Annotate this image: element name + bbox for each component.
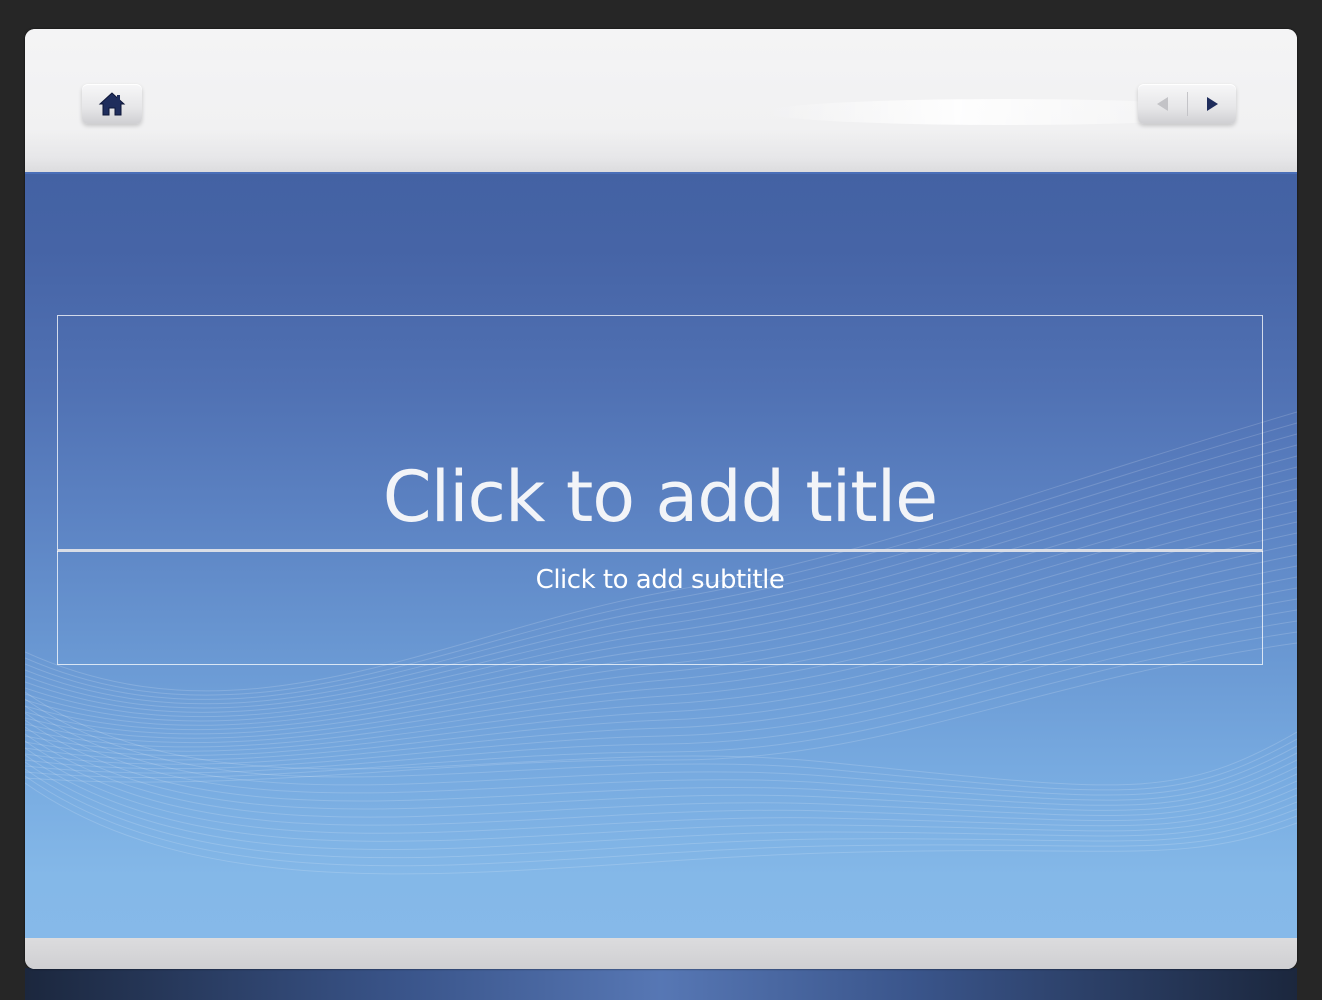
wave-line xyxy=(25,740,1297,826)
slide-footer xyxy=(25,938,1297,969)
next-slide-button[interactable] xyxy=(1187,84,1236,124)
bottom-glow xyxy=(25,968,1297,1000)
wave-line xyxy=(25,691,1297,786)
subtitle-placeholder-text: Click to add subtitle xyxy=(535,565,785,595)
slide-header xyxy=(25,29,1297,172)
previous-slide-button[interactable] xyxy=(1138,84,1187,124)
title-placeholder-text: Click to add title xyxy=(382,456,938,538)
subtitle-placeholder[interactable]: Click to add subtitle xyxy=(57,551,1263,665)
home-icon xyxy=(98,92,126,116)
wave-line xyxy=(25,719,1297,806)
slide: Click to add title Click to add subtitle xyxy=(25,29,1297,969)
slide-navigation xyxy=(1138,84,1236,124)
triangle-right-icon xyxy=(1206,97,1218,111)
title-placeholder[interactable]: Click to add title xyxy=(57,315,1263,551)
nav-divider xyxy=(1187,92,1188,116)
home-button[interactable] xyxy=(82,84,142,124)
triangle-left-icon xyxy=(1156,97,1168,111)
presentation-screen: Click to add title Click to add subtitle xyxy=(0,0,1322,1000)
